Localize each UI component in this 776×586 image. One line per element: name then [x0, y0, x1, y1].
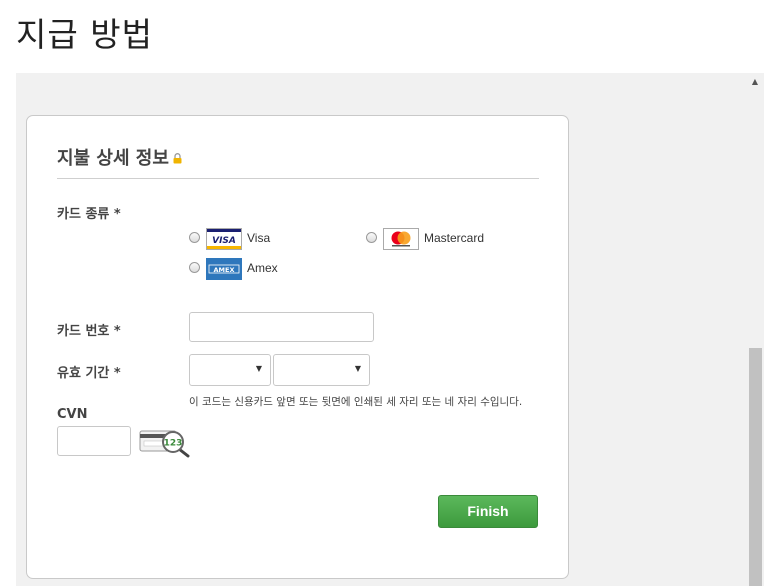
cvn-label: CVN: [57, 407, 88, 422]
required-mark: *: [113, 324, 121, 339]
chevron-down-icon: ▼: [255, 364, 262, 373]
amex-logo-text: AMEX: [214, 266, 235, 274]
visa-option-label: Visa: [247, 231, 271, 245]
vertical-scrollbar[interactable]: ▲: [746, 73, 764, 586]
cvn-input[interactable]: [57, 426, 131, 456]
card-type-label-text: 카드 종류: [57, 207, 110, 222]
cvn-hint: 이 코드는 신용카드 앞면 또는 뒷면에 인쇄된 세 자리 또는 네 자리 수입…: [189, 396, 523, 408]
expiry-year-select[interactable]: ▼: [273, 354, 370, 386]
chevron-down-icon: ▼: [354, 364, 361, 373]
lock-icon: [173, 148, 182, 169]
card-number-input[interactable]: [189, 312, 374, 342]
mastercard-option-label: Mastercard: [424, 231, 485, 245]
finish-button[interactable]: Finish: [438, 495, 538, 528]
radio-visa[interactable]: [189, 232, 200, 243]
card-number-label: 카드 번호 *: [57, 320, 121, 339]
cvn-sample-digits: 123: [164, 439, 183, 449]
radio-mastercard[interactable]: [366, 232, 377, 243]
card-title: 지불 상세 정보: [57, 144, 182, 170]
amex-logo: AMEX: [206, 258, 242, 280]
visa-logo: VISA: [206, 228, 242, 250]
card-number-label-text: 카드 번호: [57, 324, 110, 339]
required-mark: *: [113, 366, 121, 381]
payment-details-card: 지불 상세 정보 카드 종류 * VISA Visa Mastercard AM…: [26, 115, 569, 579]
scroll-up-arrow-icon[interactable]: ▲: [746, 75, 764, 89]
payment-frame: 지불 상세 정보 카드 종류 * VISA Visa Mastercard AM…: [16, 73, 746, 586]
mastercard-logo: [383, 228, 419, 250]
card-title-text: 지불 상세 정보: [57, 148, 169, 169]
title-divider: [57, 178, 539, 179]
page-title: 지급 방법: [16, 15, 153, 54]
card-magnifier-icon: 123: [139, 428, 191, 458]
scroll-thumb[interactable]: [749, 348, 762, 586]
visa-logo-text: VISA: [212, 236, 236, 246]
expiry-month-select[interactable]: ▼: [189, 354, 271, 386]
radio-amex[interactable]: [189, 262, 200, 273]
expiry-label-text: 유효 기간: [57, 366, 110, 381]
expiry-label: 유효 기간 *: [57, 362, 121, 381]
card-type-label: 카드 종류 *: [57, 203, 121, 222]
amex-option-label: Amex: [247, 261, 278, 275]
required-mark: *: [113, 207, 121, 222]
